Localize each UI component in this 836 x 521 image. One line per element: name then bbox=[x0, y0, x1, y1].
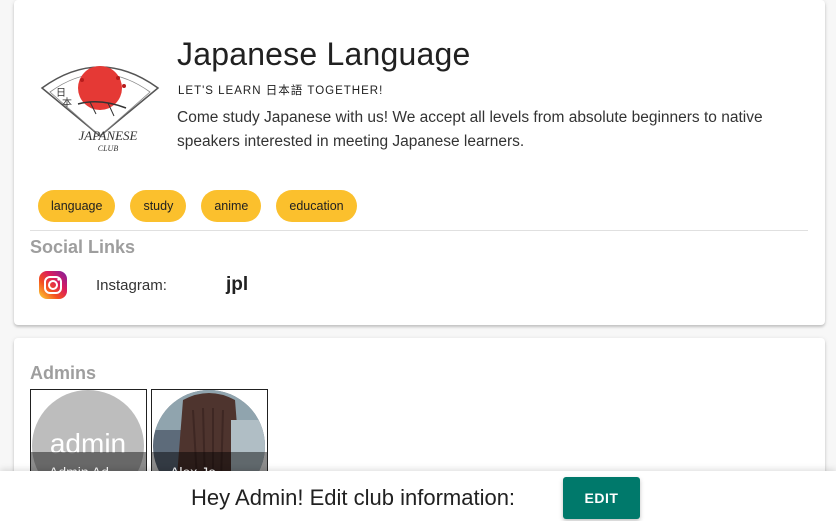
tag-chip[interactable]: study bbox=[130, 190, 187, 222]
svg-text:CLUB: CLUB bbox=[98, 144, 119, 153]
admin-edit-bar: Hey Admin! Edit club information: EDIT bbox=[0, 471, 836, 521]
svg-text:JAPANESE: JAPANESE bbox=[79, 128, 138, 143]
instagram-handle[interactable]: jpl bbox=[226, 274, 248, 296]
tag-chip[interactable]: anime bbox=[201, 190, 262, 222]
tag-chip[interactable]: education bbox=[276, 190, 357, 222]
instagram-icon[interactable] bbox=[38, 270, 68, 300]
social-links-title: Social Links bbox=[30, 237, 136, 257]
instagram-label: Instagram: bbox=[96, 277, 167, 294]
tag-list: language study anime education bbox=[38, 190, 357, 222]
club-title: Japanese Language bbox=[177, 36, 471, 72]
club-tagline: LET'S LEARN 日本語 TOGETHER! bbox=[178, 85, 384, 97]
admins-title: Admins bbox=[30, 363, 97, 383]
edit-button[interactable]: EDIT bbox=[563, 477, 640, 519]
edit-prompt: Hey Admin! Edit club information: bbox=[191, 485, 516, 510]
sun-icon bbox=[78, 66, 122, 110]
tag-chip[interactable]: language bbox=[38, 190, 116, 222]
club-logo: 日 本 JAPANESE CLUB bbox=[40, 66, 160, 153]
section-divider bbox=[30, 230, 808, 231]
svg-text:本: 本 bbox=[62, 96, 72, 109]
club-description: Come study Japanese with us! We accept a… bbox=[177, 109, 763, 150]
